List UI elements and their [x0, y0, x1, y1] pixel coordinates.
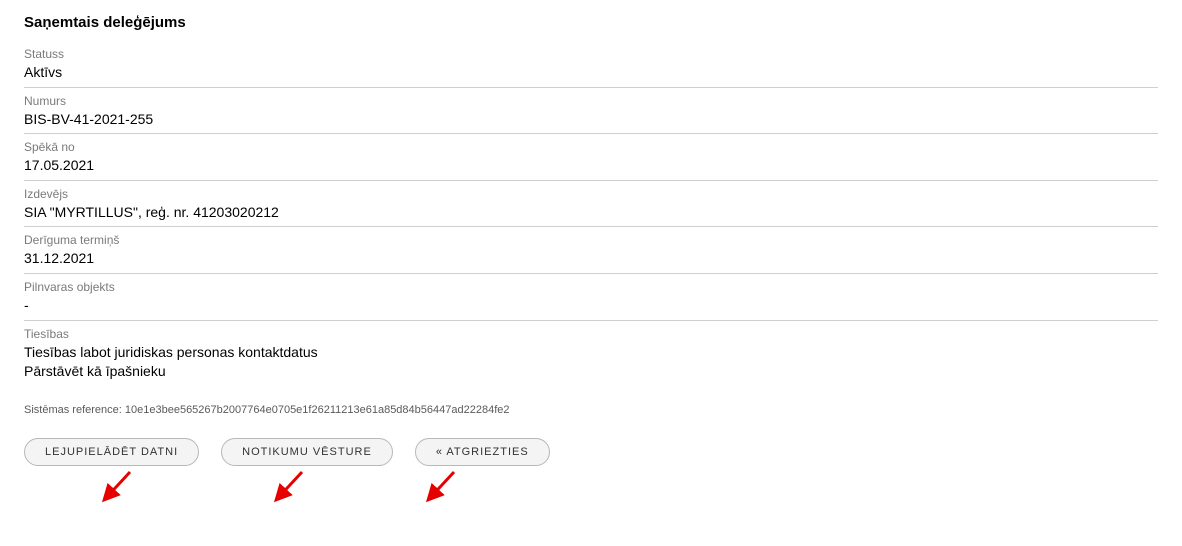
field-status-label: Statuss	[24, 47, 1158, 63]
page-title: Saņemtais deleģējums	[24, 10, 1158, 41]
field-term: Derīguma termiņš 31.12.2021	[24, 227, 1158, 274]
download-file-button[interactable]: Lejupielādēt datni	[24, 438, 199, 466]
button-bar: Lejupielādēt datni Notikumu vēsture « At…	[24, 430, 1158, 466]
rights-line-2: Pārstāvēt kā īpašnieku	[24, 362, 1158, 382]
system-reference-label: Sistēmas reference:	[24, 404, 122, 416]
rights-line-1: Tiesības labot juridiskas personas konta…	[24, 343, 1158, 363]
event-history-button[interactable]: Notikumu vēsture	[221, 438, 393, 466]
field-status-value: Aktīvs	[24, 63, 1158, 83]
field-rights-value: Tiesības labot juridiskas personas konta…	[24, 343, 1158, 382]
annotation-arrow-icon	[420, 470, 460, 510]
field-object: Pilnvaras objekts -	[24, 274, 1158, 321]
field-issuer-label: Izdevējs	[24, 187, 1158, 203]
field-number: Numurs BIS-BV-41-2021-255	[24, 88, 1158, 135]
back-button[interactable]: « Atgriezties	[415, 438, 550, 466]
field-issuer-value: SIA "MYRTILLUS", reģ. nr. 41203020212	[24, 203, 1158, 223]
field-rights: Tiesības Tiesības labot juridiskas perso…	[24, 321, 1158, 386]
field-valid-from: Spēkā no 17.05.2021	[24, 134, 1158, 181]
system-reference: Sistēmas reference: 10e1e3bee565267b2007…	[24, 386, 1158, 430]
field-rights-label: Tiesības	[24, 327, 1158, 343]
system-reference-value: 10e1e3bee565267b2007764e0705e1f26211213e…	[125, 404, 510, 416]
field-status: Statuss Aktīvs	[24, 41, 1158, 88]
field-term-value: 31.12.2021	[24, 249, 1158, 269]
field-valid-from-label: Spēkā no	[24, 140, 1158, 156]
field-issuer: Izdevējs SIA "MYRTILLUS", reģ. nr. 41203…	[24, 181, 1158, 228]
field-term-label: Derīguma termiņš	[24, 233, 1158, 249]
field-valid-from-value: 17.05.2021	[24, 156, 1158, 176]
field-object-value: -	[24, 296, 1158, 316]
field-number-value: BIS-BV-41-2021-255	[24, 110, 1158, 130]
annotation-arrow-icon	[96, 470, 136, 510]
field-number-label: Numurs	[24, 94, 1158, 110]
annotation-arrow-icon	[268, 470, 308, 510]
field-object-label: Pilnvaras objekts	[24, 280, 1158, 296]
